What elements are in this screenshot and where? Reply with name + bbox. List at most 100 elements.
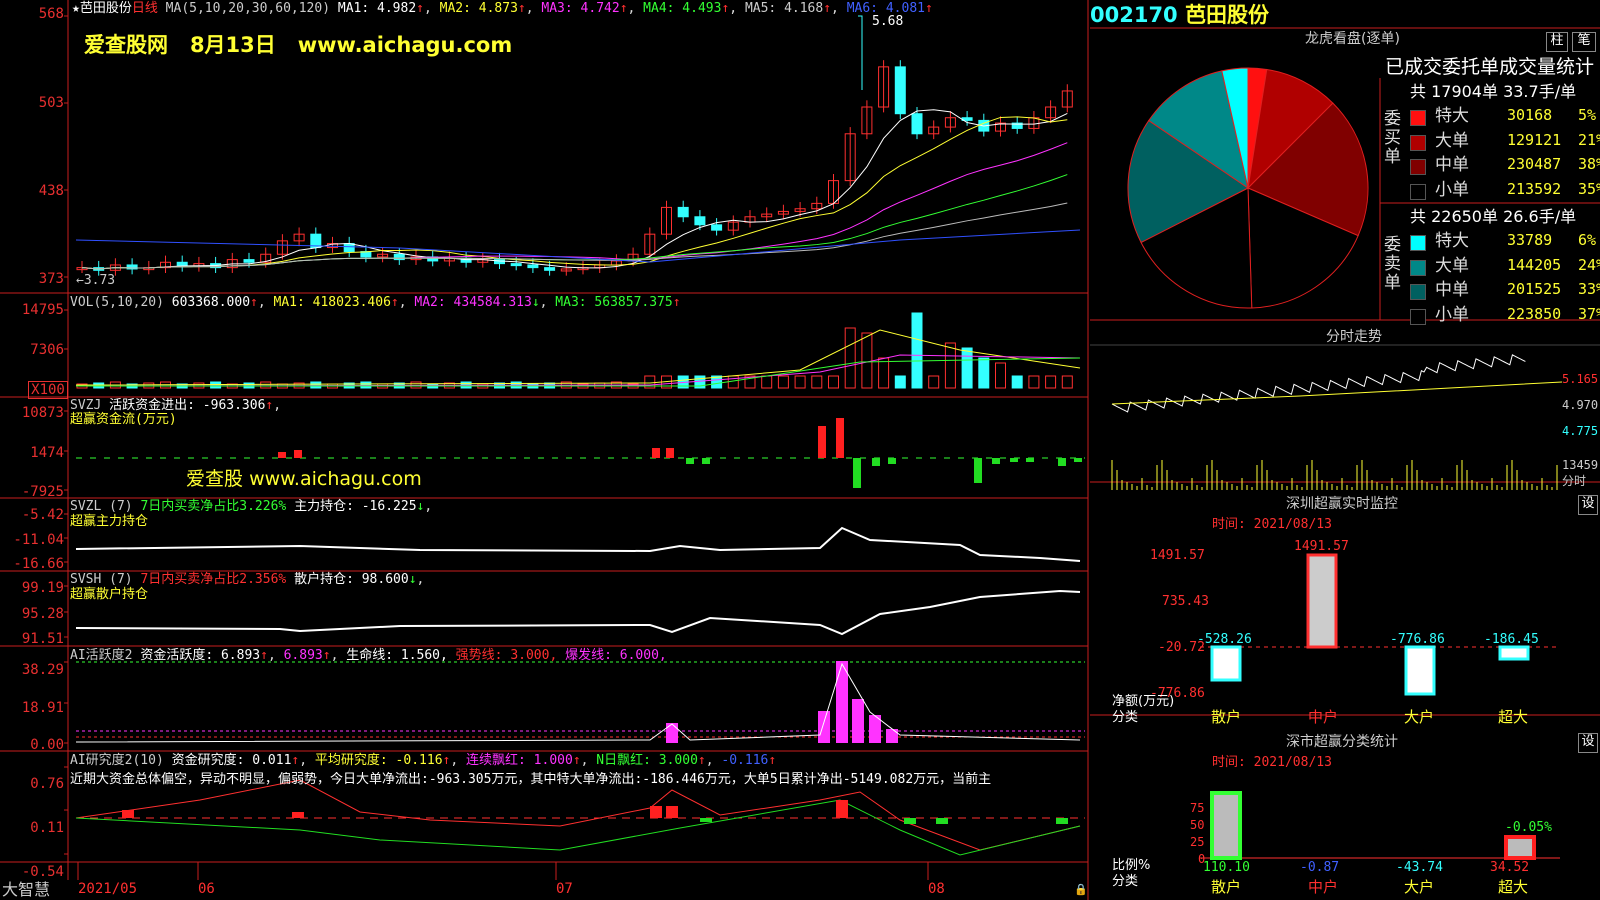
buy-total: 共 17904单 33.7手/单 <box>1410 82 1577 101</box>
sz-monitor-cat-label: 分类 <box>1112 710 1139 725</box>
dragon-row-volume: 33789 <box>1507 231 1553 249</box>
sz-monitor-category: 超大 <box>1498 708 1529 726</box>
vol-label: VOL(5,10,20) <box>70 295 164 310</box>
sz-stats-ytick: 50 <box>1190 818 1205 832</box>
volume-bar <box>794 375 806 389</box>
sz-stats-category: 中户 <box>1308 878 1339 896</box>
dragon-row-pct: 24% <box>1578 255 1600 274</box>
vol-ma2: MA2: 434584.313 <box>414 295 532 310</box>
intraday-price-line <box>1111 354 1526 413</box>
ai-research-v2: 平均研究度: -0.116 <box>314 753 443 768</box>
ma2-value: MA2: 4.873 <box>439 1 518 16</box>
legend-swatch <box>1410 259 1426 276</box>
kline-period[interactable]: 日线 <box>132 1 158 16</box>
sz-monitor-unit: 净额(万元) <box>1112 694 1175 709</box>
sz-monitor-bar <box>1498 645 1530 661</box>
volume-bar <box>978 357 990 389</box>
dragon-row-name: 特大 <box>1435 106 1469 126</box>
ai-active-bar <box>666 723 678 743</box>
svzl-header: SVZL (7) 7日内买卖净占比3.226% 主力持仓: -16.225↓, <box>70 499 433 514</box>
sz-monitor-value: 1491.57 <box>1294 539 1349 554</box>
sz-stats-note: -0.05% <box>1505 820 1552 835</box>
dragon-tick-button[interactable]: 笔 <box>1572 32 1596 52</box>
ai-active-line <box>75 662 1081 743</box>
ma-label: MA(5,10,20,30,60,120) <box>165 1 331 16</box>
dragon-row-pct: 21% <box>1578 130 1600 149</box>
ma5-line <box>81 202 1068 270</box>
ai-active-label: AI活跃度2 <box>70 648 133 663</box>
svzj-header: SVZJ 活跃资金进出: -963.306↑, <box>70 398 282 413</box>
legend-swatch <box>1410 159 1426 175</box>
svsh-ratio: 7日内买卖净占比2.356% <box>140 572 287 587</box>
svzl-line <box>75 526 1081 562</box>
sz-stats-value: 34.52 <box>1490 860 1530 875</box>
stock-header: 002170 芭田股份 <box>1090 3 1269 27</box>
candle-body <box>677 206 689 218</box>
ai-active-v2: 6.893 <box>283 648 323 663</box>
dragon-title: 龙虎看盘(逐单) <box>1305 31 1400 47</box>
dragon-subtitle: 已成交委托单成交量统计 <box>1385 56 1595 78</box>
svzj-bar <box>974 458 982 483</box>
watermark-banner: 爱查股网 8月13日 www.aichagu.com <box>84 32 512 58</box>
lock-icon[interactable]: 🔒 <box>1074 882 1088 897</box>
volume-bar <box>878 357 890 389</box>
volume-bar <box>894 375 906 389</box>
dragon-row-name: 中单 <box>1435 155 1469 175</box>
vol-unit-badge[interactable]: X100 <box>28 381 68 399</box>
ai-research-v3: 连续飘红: 1.000 <box>466 753 573 768</box>
ai-research-comment: 近期大资金总体偏空，异动不明显，偏弱势，今日大单净流出:-963.305万元，其… <box>70 772 992 787</box>
sz-stats-settings-button[interactable]: 设 <box>1578 733 1598 753</box>
ai-research-bar <box>650 806 662 818</box>
vol-header: VOL(5,10,20) 603368.000↑, MA1: 418023.40… <box>70 295 681 310</box>
svzj-bar <box>818 426 826 458</box>
sz-stats-bar <box>1210 791 1242 860</box>
sz-monitor-settings-button[interactable]: 设 <box>1578 495 1598 515</box>
dragon-row-pct: 5% <box>1578 106 1597 124</box>
svzj-bar <box>853 458 861 488</box>
time-axis-label: 07 <box>556 881 573 897</box>
svzj-bar <box>686 458 694 464</box>
ma5-value: MA5: 4.168 <box>744 1 824 16</box>
dragon-row-volume: 223850 <box>1507 304 1562 323</box>
svzj-ytick: 10873 <box>21 405 64 421</box>
intraday-price: 4.970 <box>1562 398 1599 412</box>
dragon-row-pct: 35% <box>1578 179 1600 198</box>
svzl-hold: 主力持仓: -16.225 <box>294 499 417 514</box>
ai-research-v1: 资金研究度: 0.011 <box>171 753 292 768</box>
ai-research-ytick: 0.11 <box>30 820 64 836</box>
ma4-line <box>81 174 1068 270</box>
sz-stats-time: 时间: 2021/08/13 <box>1212 755 1332 770</box>
vol-value: 603368.000 <box>171 295 251 310</box>
ai-research-ytick: 0.76 <box>30 776 64 792</box>
sz-monitor-ytick: 1491.57 <box>1150 548 1205 563</box>
dragon-row-name: 大单 <box>1435 130 1469 151</box>
legend-swatch <box>1410 235 1426 251</box>
volume-bar <box>1011 375 1023 389</box>
volume-bar <box>811 375 823 389</box>
time-axis-label: 2021/05 <box>78 881 138 897</box>
volume-bar <box>310 381 322 389</box>
svzj-ytick: 1474 <box>30 445 64 461</box>
sell-total: 共 22650单 26.6手/单 <box>1410 207 1577 226</box>
svzj-text: 活跃资金进出: -963.306 <box>109 398 266 413</box>
dragon-pie-chart <box>1127 67 1369 309</box>
sz-monitor-bar <box>1210 645 1242 682</box>
legend-swatch <box>1410 183 1426 200</box>
watermark2-site: 爱查股 <box>186 468 244 490</box>
sz-monitor-title: 深圳超赢实时监控 <box>1286 496 1398 512</box>
kline-ytick: 373 <box>38 271 64 287</box>
vol-ma1: MA1: 418023.406 <box>273 295 391 310</box>
volume-bar <box>861 332 873 389</box>
sz-stats-value: 110.10 <box>1203 860 1250 875</box>
svzl-label: SVZL (7) <box>70 499 133 514</box>
high-marker <box>858 15 863 90</box>
dragon-row-name: 小单 <box>1435 179 1469 200</box>
sz-monitor-value: -186.45 <box>1484 632 1539 647</box>
svzj-bar <box>666 448 674 458</box>
sz-monitor-category: 中户 <box>1308 708 1339 726</box>
dragon-bar-button[interactable]: 柱 <box>1546 32 1568 52</box>
sz-stats-category: 超大 <box>1498 878 1529 896</box>
svzl-ytick: -5.42 <box>21 507 64 523</box>
svzj-ytick: -7925 <box>21 484 64 500</box>
brand-label[interactable]: 大智慧 <box>2 880 50 900</box>
